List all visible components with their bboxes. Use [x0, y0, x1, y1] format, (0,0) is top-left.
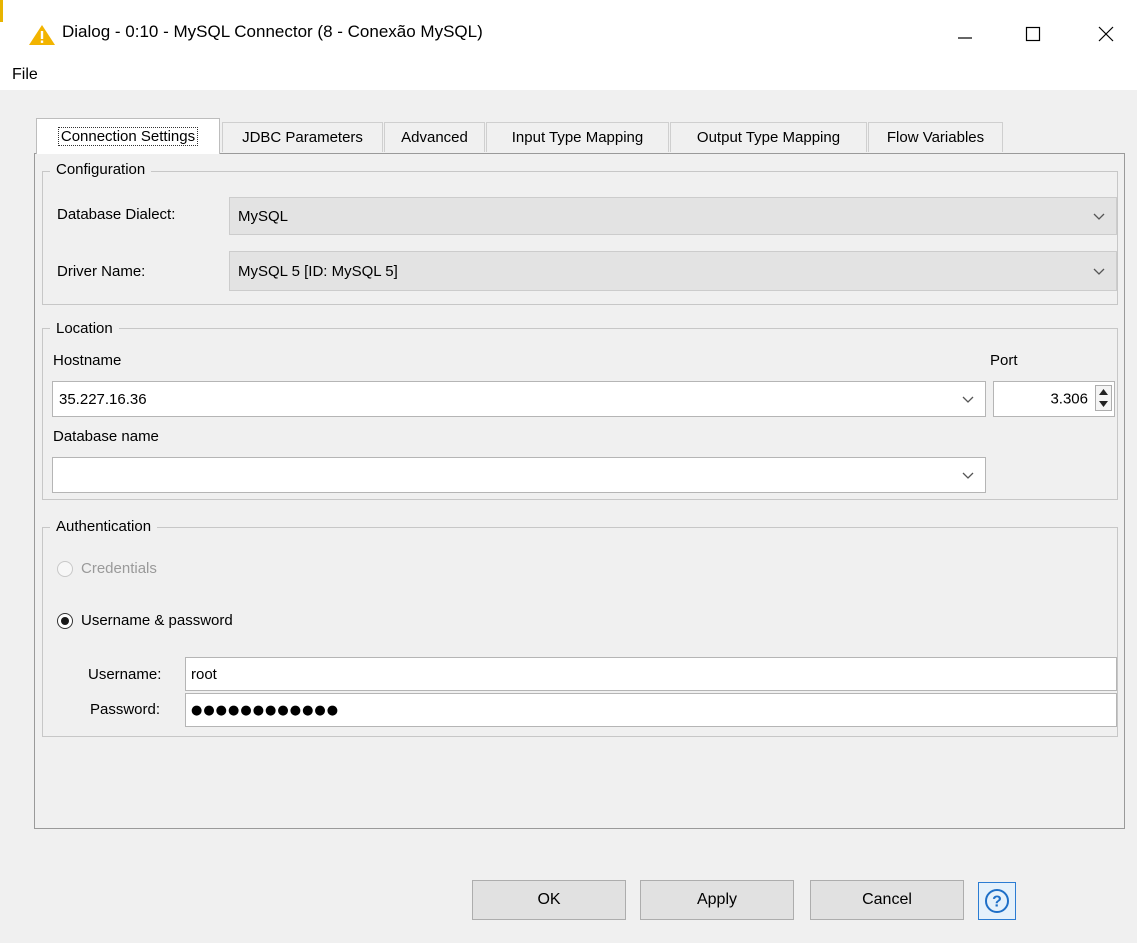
help-glyph: ? — [992, 894, 1002, 911]
database-dialect-label: Database Dialect: — [57, 206, 176, 223]
driver-name-value: MySQL 5 [ID: MySQL 5] — [238, 262, 398, 280]
tab-output-type-mapping[interactable]: Output Type Mapping — [670, 122, 867, 152]
tab-label: Input Type Mapping — [511, 129, 644, 146]
chevron-down-icon — [1093, 268, 1105, 275]
password-value: ●●●●●●●●●●●● — [191, 702, 340, 718]
database-name-label: Database name — [53, 428, 159, 445]
username-label: Username: — [88, 666, 162, 683]
warning-triangle-icon — [28, 24, 56, 46]
minimize-icon — [958, 37, 972, 39]
hostname-combo[interactable]: 35.227.16.36 — [52, 381, 986, 417]
port-value: 3.306 — [1050, 390, 1088, 408]
username-value: root — [191, 665, 217, 683]
database-dialect-value: MySQL — [238, 207, 289, 225]
cancel-button[interactable]: Cancel — [810, 880, 964, 920]
driver-name-label: Driver Name: — [57, 263, 146, 280]
driver-name-select[interactable]: MySQL 5 [ID: MySQL 5] — [229, 251, 1117, 291]
help-button[interactable]: ? — [978, 882, 1016, 920]
database-name-combo[interactable] — [52, 457, 986, 493]
help-icon: ? — [985, 889, 1009, 913]
minimize-button[interactable] — [942, 14, 988, 54]
credentials-label: Credentials — [81, 560, 157, 577]
tab-label: Output Type Mapping — [696, 129, 841, 146]
tab-label: JDBC Parameters — [242, 129, 363, 146]
tab-label: Advanced — [401, 129, 468, 146]
password-input[interactable]: ●●●●●●●●●●●● — [185, 693, 1117, 727]
window-edge-accent — [0, 0, 3, 22]
tab-flow-variables[interactable]: Flow Variables — [868, 122, 1003, 152]
credentials-radio[interactable] — [57, 561, 73, 577]
hostname-value: 35.227.16.36 — [59, 390, 147, 408]
maximize-button[interactable] — [1010, 14, 1056, 54]
chevron-down-icon — [962, 396, 974, 403]
close-button[interactable] — [1083, 14, 1129, 54]
port-spinner[interactable]: 3.306 — [993, 381, 1115, 417]
chevron-down-icon — [962, 472, 974, 479]
tab-jdbc-parameters[interactable]: JDBC Parameters — [222, 122, 383, 152]
username-password-radio[interactable] — [57, 613, 73, 629]
spinner-up-icon[interactable] — [1096, 386, 1111, 398]
configuration-legend: Configuration — [50, 161, 152, 178]
username-password-label: Username & password — [81, 612, 233, 629]
spinner-down-icon[interactable] — [1096, 398, 1111, 410]
location-legend: Location — [50, 320, 119, 337]
maximize-icon — [1025, 26, 1041, 42]
window-title: Dialog - 0:10 - MySQL Connector (8 - Con… — [62, 22, 483, 41]
menu-file[interactable]: File — [12, 66, 38, 84]
port-label: Port — [990, 352, 1018, 369]
menu-bar — [0, 62, 1137, 90]
port-spinner-buttons[interactable] — [1095, 385, 1112, 411]
chevron-down-icon — [1093, 213, 1105, 220]
tab-input-type-mapping[interactable]: Input Type Mapping — [486, 122, 669, 152]
ok-button[interactable]: OK — [472, 880, 626, 920]
username-input[interactable]: root — [185, 657, 1117, 691]
hostname-label: Hostname — [53, 352, 122, 369]
database-dialect-select[interactable]: MySQL — [229, 197, 1117, 235]
authentication-legend: Authentication — [50, 518, 158, 535]
close-icon — [1098, 26, 1114, 42]
tab-label: Connection Settings — [57, 127, 199, 146]
tab-advanced[interactable]: Advanced — [384, 122, 485, 152]
apply-button[interactable]: Apply — [640, 880, 794, 920]
password-label: Password: — [90, 701, 161, 718]
tab-connection-settings[interactable]: Connection Settings — [36, 118, 220, 154]
tab-label: Flow Variables — [886, 129, 985, 146]
